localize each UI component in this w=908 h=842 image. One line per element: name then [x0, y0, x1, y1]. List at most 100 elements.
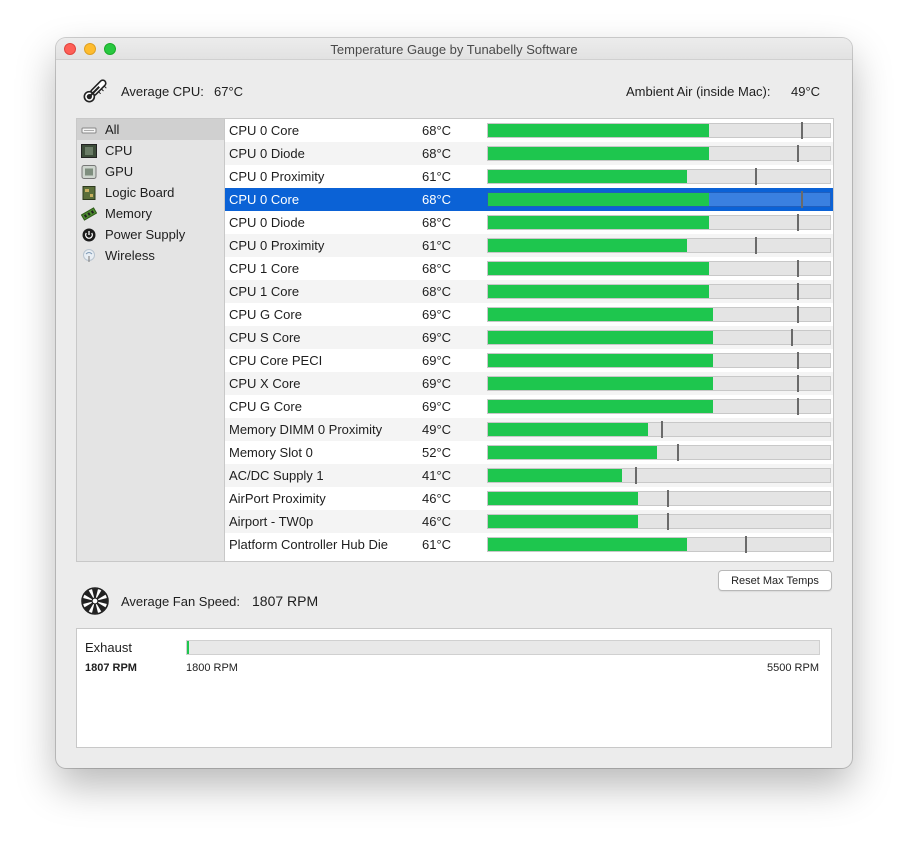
sensor-row[interactable]: CPU 0 Diode 68°C: [225, 211, 833, 234]
sensor-temperature: 52°C: [422, 445, 452, 460]
fan-summary: Average Fan Speed: 1807 RPM: [56, 586, 852, 616]
sensor-max-temp-marker: [667, 513, 669, 530]
sensor-row[interactable]: CPU G Core 69°C: [225, 303, 833, 326]
sidebar-item-memory[interactable]: Memory: [77, 203, 224, 224]
fan-speed-bar: [186, 640, 820, 655]
sensor-row[interactable]: CPU 0 Proximity 61°C: [225, 165, 833, 188]
sensor-temperature-bar-fill: [488, 285, 709, 298]
sensor-row[interactable]: AC/DC Supply 1 41°C: [225, 464, 833, 487]
sensor-name: AirPort Proximity: [229, 491, 326, 506]
sensor-temperature: 46°C: [422, 491, 452, 506]
sensor-name: Memory Slot 0: [229, 445, 313, 460]
fan-panel: Exhaust 1807 RPM 1800 RPM 5500 RPM: [76, 628, 832, 748]
sensor-max-temp-marker: [797, 260, 799, 277]
avg-cpu-value: 67°C: [214, 84, 244, 99]
sensor-temperature: 69°C: [422, 353, 452, 368]
sensor-row[interactable]: Memory Slot 0 52°C: [225, 441, 833, 464]
sensor-temperature: 46°C: [422, 514, 452, 529]
fan-min-rpm: 1800 RPM: [186, 662, 238, 674]
sensor-temperature-bar: [487, 490, 831, 507]
sidebar-item-label: GPU: [105, 164, 134, 179]
sensor-temperature: 61°C: [422, 238, 452, 253]
sensor-temperature-bar: [487, 168, 831, 185]
fan-icon: [81, 587, 109, 615]
sensor-temperature-bar: [487, 352, 831, 369]
sidebar-item-label: Wireless: [105, 248, 155, 263]
sensor-name: CPU S Core: [229, 330, 301, 345]
sensor-row[interactable]: CPU 0 Diode 68°C: [225, 142, 833, 165]
sensor-temperature-bar: [487, 122, 831, 139]
avg-fan-speed-value: 1807 RPM: [252, 593, 319, 609]
sensor-table: CPU 0 Core 68°C CPU 0 Diode 68°C CPU 0 Proxi…: [224, 118, 834, 562]
sensor-temperature-bar-fill: [488, 423, 648, 436]
sensor-row[interactable]: Airport - TW0p 46°C: [225, 510, 833, 533]
sensor-temperature: 69°C: [422, 376, 452, 391]
sensor-row[interactable]: CPU G Core 69°C: [225, 395, 833, 418]
window-title: Temperature Gauge by Tunabelly Software: [330, 42, 578, 57]
sensor-row[interactable]: AirPort Proximity 46°C: [225, 487, 833, 510]
sidebar-item-label: CPU: [105, 143, 133, 158]
sensor-temperature: 61°C: [422, 537, 452, 552]
fan-name: Exhaust: [85, 640, 132, 655]
sensor-temperature-bar: [487, 329, 831, 346]
sensor-temperature-bar-fill: [488, 331, 713, 344]
sidebar-item-wireless[interactable]: Wireless: [77, 245, 224, 266]
sensor-max-temp-marker: [745, 536, 747, 553]
sensor-temperature: 49°C: [422, 422, 452, 437]
sensor-row[interactable]: CPU S Core 69°C: [225, 326, 833, 349]
category-sidebar: All CPU GPU Logic Board Memory Power Supply Wi…: [76, 118, 224, 562]
sidebar-item-label: Logic Board: [105, 185, 175, 200]
sensor-temperature-bar: [487, 444, 831, 461]
sensor-name: AC/DC Supply 1: [229, 468, 324, 483]
sensor-max-temp-marker: [755, 237, 757, 254]
sensor-temperature: 69°C: [422, 399, 452, 414]
sensor-row[interactable]: CPU Core PECI 69°C: [225, 349, 833, 372]
sensor-temperature-bar: [487, 214, 831, 231]
sensor-temperature-bar-fill: [488, 239, 687, 252]
sensor-name: CPU 0 Proximity: [229, 238, 325, 253]
sensor-temperature: 68°C: [422, 215, 452, 230]
sensor-temperature-bar-fill: [488, 124, 709, 137]
sidebar-item-cpu[interactable]: CPU: [77, 140, 224, 161]
sensor-row[interactable]: CPU 0 Core 68°C: [225, 119, 833, 142]
sensor-name: CPU 1 Core: [229, 284, 300, 299]
sensor-temperature-bar-fill: [488, 377, 713, 390]
sidebar-item-label: Memory: [105, 206, 152, 221]
sensor-max-temp-marker: [661, 421, 663, 438]
fan-current-rpm: 1807 RPM: [85, 662, 137, 674]
fan-max-rpm: 5500 RPM: [767, 662, 819, 674]
sensor-temperature-bar-fill: [488, 262, 709, 275]
sensor-temperature-bar: [487, 191, 831, 208]
sensor-name: CPU 0 Diode: [229, 215, 305, 230]
sensor-max-temp-marker: [755, 168, 757, 185]
ambient-air-label: Ambient Air (inside Mac):: [626, 84, 771, 99]
sensor-temperature-bar: [487, 306, 831, 323]
avg-cpu-label: Average CPU:: [121, 84, 204, 99]
sensor-row[interactable]: CPU 0 Core 68°C: [225, 188, 833, 211]
all-icon: [81, 122, 97, 136]
sensor-name: Platform Controller Hub Die: [229, 537, 388, 552]
sidebar-item-logic-board[interactable]: Logic Board: [77, 182, 224, 203]
sensor-max-temp-marker: [797, 352, 799, 369]
sensor-max-temp-marker: [667, 490, 669, 507]
sensor-name: Memory DIMM 0 Proximity: [229, 422, 383, 437]
sensor-row[interactable]: CPU X Core 69°C: [225, 372, 833, 395]
sensor-name: CPU 0 Proximity: [229, 169, 325, 184]
sensor-max-temp-marker: [797, 306, 799, 323]
sidebar-item-all[interactable]: All: [77, 119, 224, 140]
title-bar[interactable]: Temperature Gauge by Tunabelly Software: [56, 38, 852, 60]
sidebar-item-power-supply[interactable]: Power Supply: [77, 224, 224, 245]
sensor-row[interactable]: CPU 1 Core 68°C: [225, 257, 833, 280]
sensor-temperature: 61°C: [422, 169, 452, 184]
cpu-chip-icon: [81, 143, 97, 158]
sensor-row[interactable]: CPU 1 Core 68°C: [225, 280, 833, 303]
sidebar-item-gpu[interactable]: GPU: [77, 161, 224, 182]
sensor-max-temp-marker: [791, 329, 793, 346]
fan-speed-bar-fill: [187, 641, 189, 654]
sensor-row[interactable]: Memory DIMM 0 Proximity 49°C: [225, 418, 833, 441]
sensor-temperature-bar: [487, 260, 831, 277]
sensor-max-temp-marker: [797, 283, 799, 300]
sensor-row[interactable]: CPU 0 Proximity 61°C: [225, 234, 833, 257]
sensor-row[interactable]: Platform Controller Hub Die 61°C: [225, 533, 833, 556]
sensor-max-temp-marker: [677, 444, 679, 461]
